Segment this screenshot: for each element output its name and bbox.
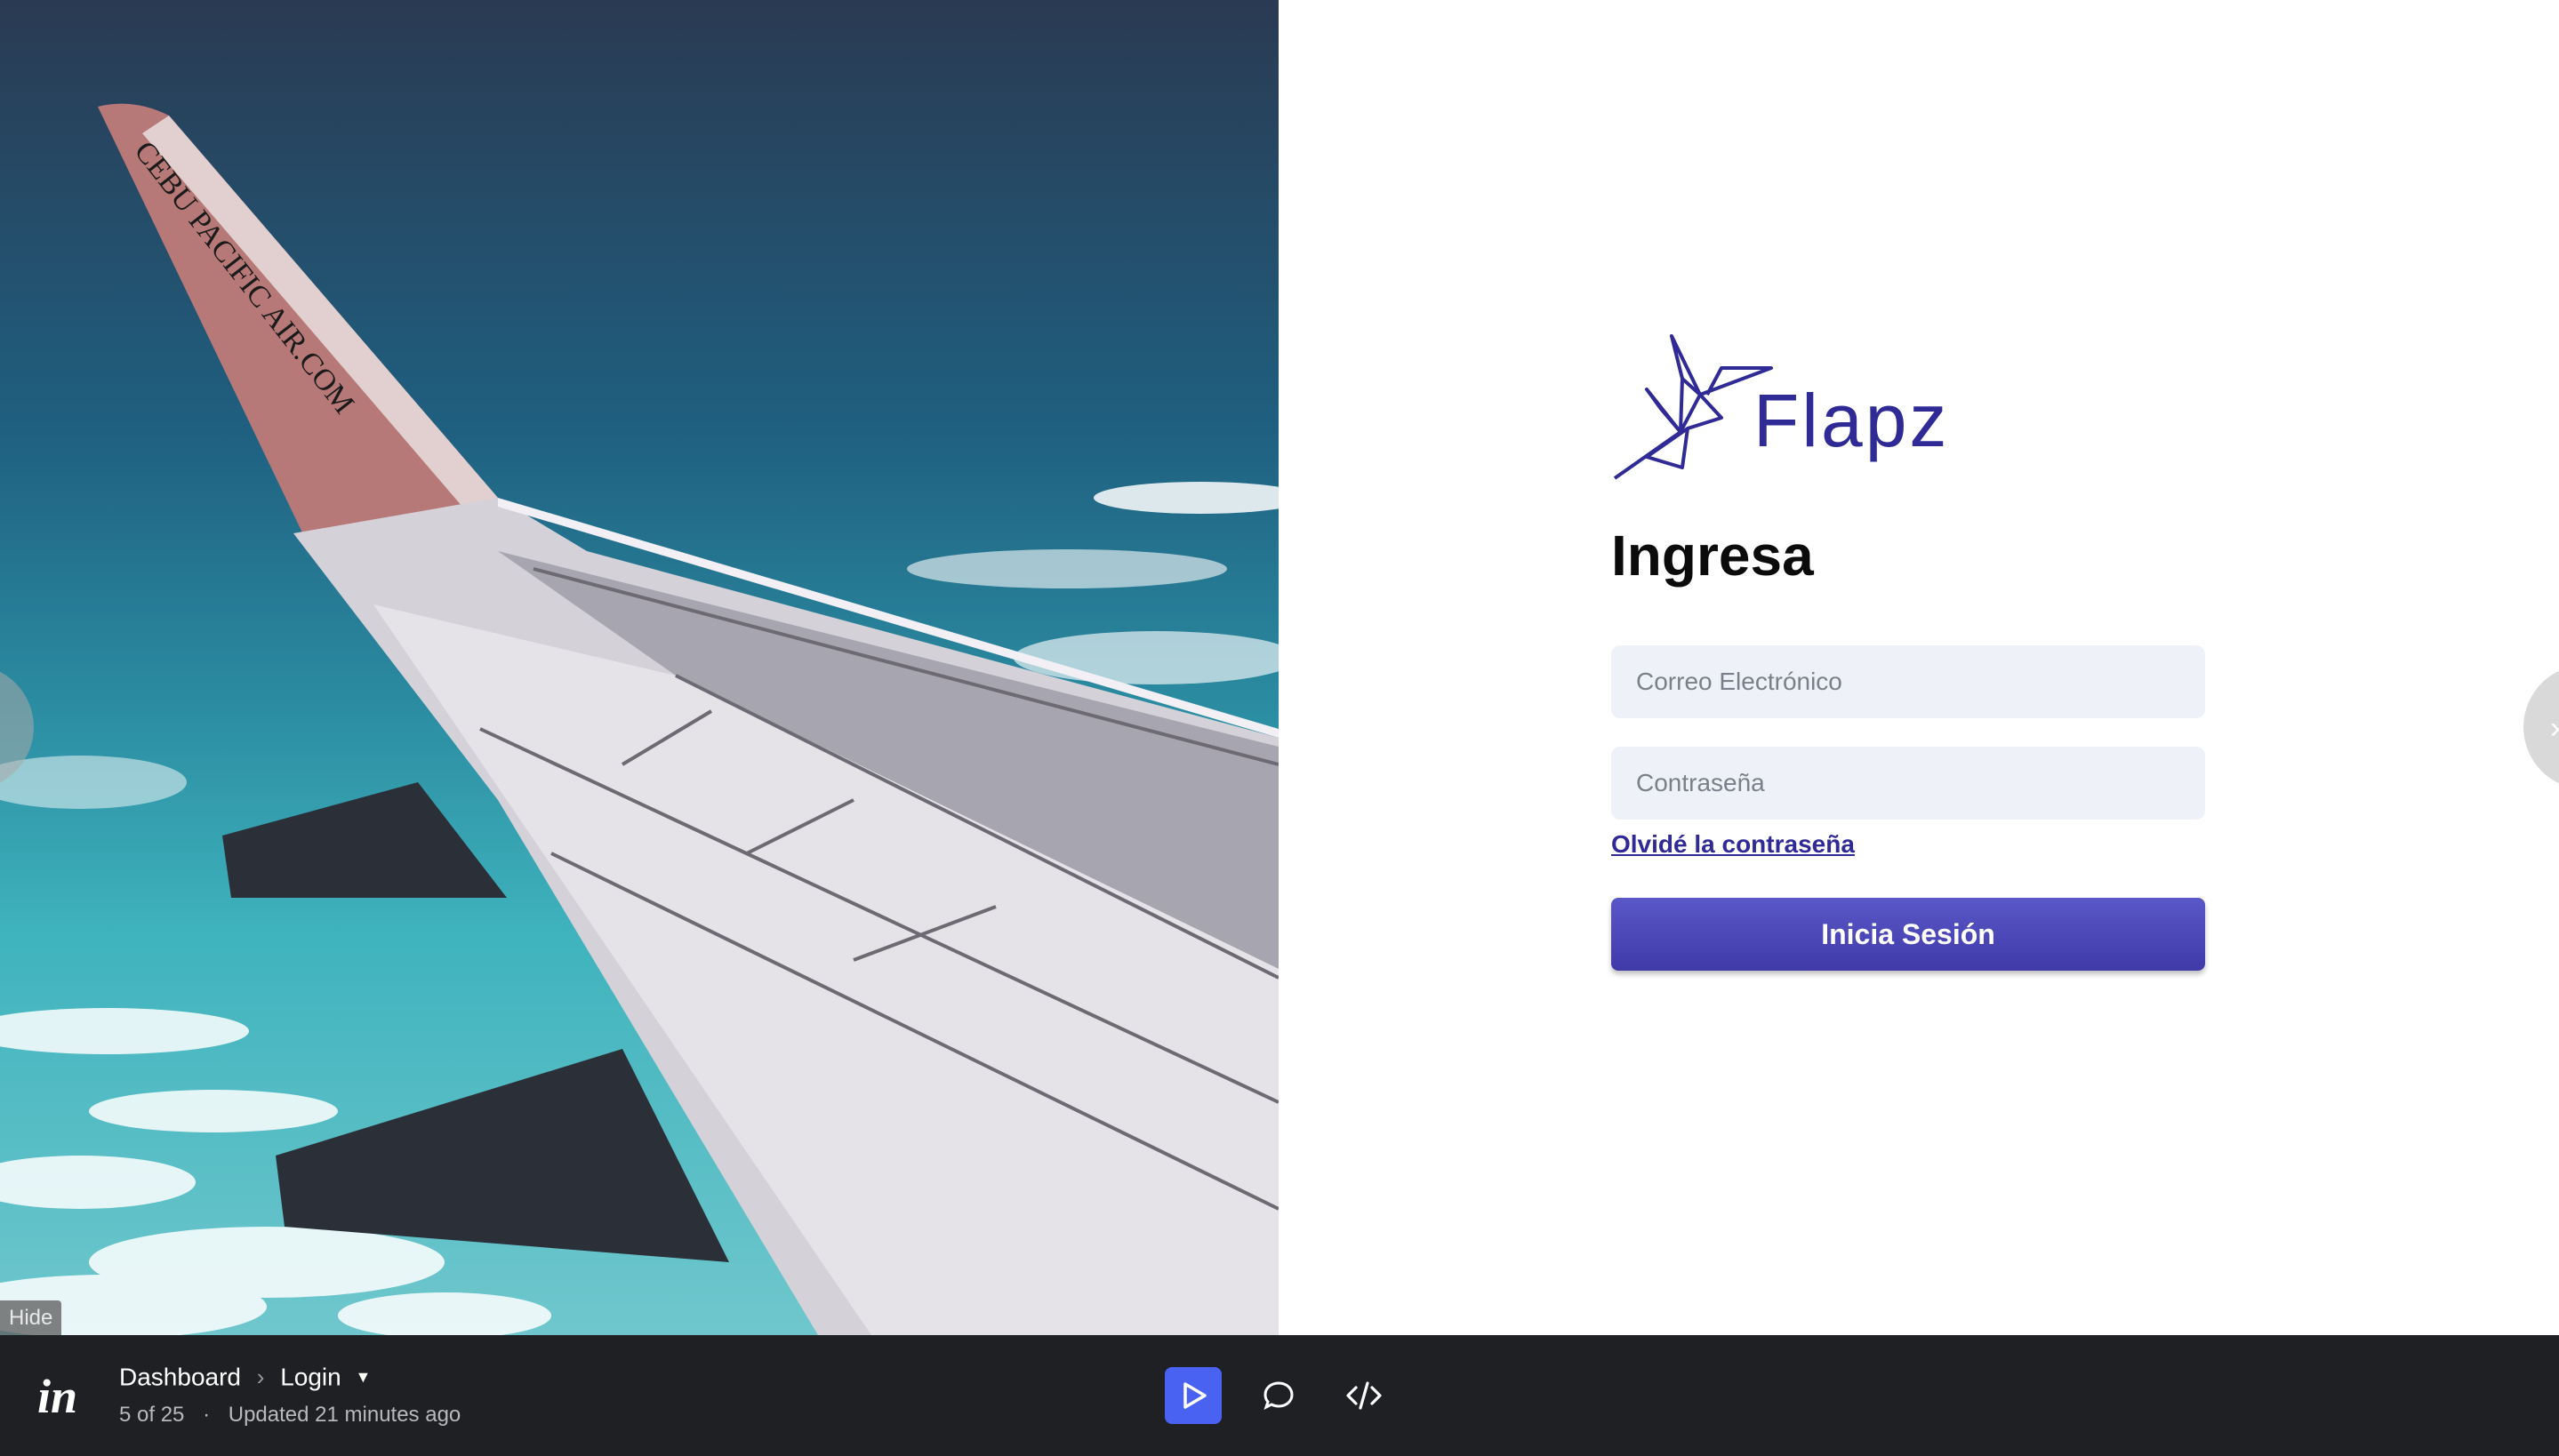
hide-toggle[interactable]: Hide — [0, 1300, 62, 1335]
caret-down-icon[interactable]: ▼ — [356, 1368, 372, 1386]
breadcrumb-current-screen[interactable]: Login — [280, 1364, 341, 1391]
inspect-mode-button[interactable] — [1336, 1367, 1392, 1424]
screen-meta: 5 of 25 · Updated 21 minutes ago — [119, 1403, 461, 1428]
preview-mode-button[interactable] — [1165, 1367, 1222, 1424]
toolbar-modes — [1165, 1367, 1392, 1424]
airplane-wing-illustration: CEBU PACIFIC AIR.COM — [0, 103, 1279, 1335]
invision-logo-icon[interactable]: in — [37, 1369, 77, 1424]
password-field[interactable] — [1611, 747, 2205, 820]
separator-dot: · — [203, 1403, 211, 1427]
email-field[interactable] — [1611, 645, 2205, 718]
updated-timestamp: Updated 21 minutes ago — [228, 1403, 461, 1427]
chevron-right-icon: › — [2550, 711, 2559, 746]
brand-logo: Flapz — [1611, 329, 2205, 482]
forgot-password-link[interactable]: Olvidé la contraseña — [1611, 830, 2205, 859]
chevron-right-icon: › — [256, 1364, 265, 1391]
comment-icon — [1263, 1381, 1294, 1410]
screen-position: 5 of 25 — [119, 1403, 185, 1427]
breadcrumb: Dashboard › Login ▼ — [119, 1362, 371, 1392]
page-title: Ingresa — [1611, 524, 1814, 588]
hero-image: CEBU PACIFIC AIR.COM Hide — [0, 0, 1279, 1335]
prototype-toolbar: in Dashboard › Login ▼ 5 of 25 · Updated… — [0, 1335, 2559, 1456]
play-icon — [1183, 1382, 1207, 1409]
sign-in-button[interactable]: Inicia Sesión — [1611, 898, 2205, 971]
comment-mode-button[interactable] — [1250, 1367, 1307, 1424]
logo-text: Flapz — [1753, 379, 1950, 462]
login-panel: Flapz Ingresa Olvidé la contraseña Inici… — [1611, 329, 2205, 971]
next-screen-button[interactable]: › — [2523, 665, 2559, 789]
code-icon — [1346, 1381, 1382, 1410]
breadcrumb-dashboard[interactable]: Dashboard — [119, 1364, 241, 1391]
